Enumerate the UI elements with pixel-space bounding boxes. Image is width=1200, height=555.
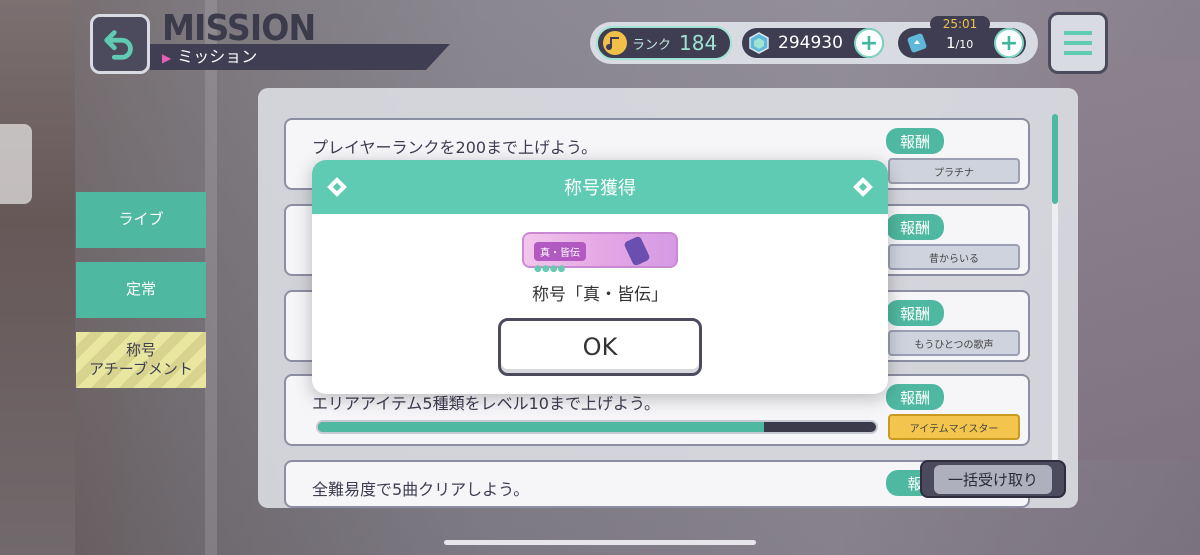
scroll-icon — [623, 235, 651, 267]
home-indicator — [444, 540, 756, 545]
music-note-icon — [603, 31, 627, 55]
dialog-title: 称号獲得 — [564, 178, 636, 199]
claim-all-label: 一括受け取り — [933, 464, 1052, 494]
energy-current: 1 — [946, 34, 956, 52]
tab-live[interactable]: ライブ — [76, 192, 206, 248]
progress-bar — [316, 420, 878, 434]
tab-title-achievement[interactable]: 称号 アチーブメント — [76, 332, 206, 388]
add-energy-button[interactable]: + — [994, 28, 1024, 58]
dialog-message: 称号「真・皆伝」 — [532, 285, 668, 305]
rank-display: ランク 184 — [596, 26, 732, 60]
reward-label: 報酬 — [886, 384, 944, 410]
mission-text: プレイヤーランクを200まで上げよう。 — [312, 138, 598, 157]
reward-label: 報酬 — [886, 300, 944, 326]
tab-title-label-1: 称号 — [125, 340, 156, 359]
scrollbar-thumb[interactable] — [1052, 114, 1058, 204]
reward-label: 報酬 — [886, 128, 944, 154]
ok-label: OK — [582, 333, 618, 361]
page-subtitle-text: ミッション — [177, 47, 258, 66]
title-badge-label: 真・皆伝 — [534, 242, 586, 261]
triangle-icon: ▶ — [162, 51, 172, 65]
tab-title-label-2: アチーブメント — [89, 360, 193, 378]
title-badge: 真・皆伝 ●●●● — [522, 232, 678, 274]
add-coins-button[interactable]: + — [854, 28, 884, 58]
reward-item: プラチナ — [888, 158, 1020, 184]
claim-all-button[interactable]: 一括受け取り — [920, 460, 1066, 498]
page-title: MISSION — [162, 8, 316, 49]
rank-value: 184 — [679, 31, 718, 55]
energy-max: /10 — [955, 38, 974, 51]
back-button[interactable] — [90, 14, 150, 74]
energy-timer: 25:01 — [930, 16, 990, 32]
reward-item: 昔からいる — [888, 244, 1020, 270]
menu-button[interactable] — [1048, 12, 1108, 74]
side-peek-card — [0, 124, 32, 204]
energy-value: 1/10 — [946, 34, 973, 52]
mission-row: 全難易度で5曲クリアしよう。 報 — [284, 460, 1030, 508]
tab-regular-label: 定常 — [125, 280, 156, 299]
title-acquired-dialog: 称号獲得 真・皆伝 ●●●● 称号「真・皆伝」 OK — [312, 160, 888, 394]
diamond-icon — [853, 177, 873, 197]
dialog-header: 称号獲得 — [312, 160, 888, 214]
rank-label: ランク — [632, 37, 672, 53]
diamond-icon — [327, 177, 347, 197]
decoration-dots: ●●●● — [534, 264, 566, 274]
tab-regular[interactable]: 定常 — [76, 262, 206, 318]
hamburger-icon — [1064, 31, 1092, 55]
energy-ticket-icon — [907, 33, 927, 53]
ok-button[interactable]: OK — [498, 318, 702, 376]
back-arrow-icon — [104, 30, 133, 60]
progress-fill — [318, 422, 765, 432]
mission-text: 全難易度で5曲クリアしよう。 — [312, 480, 530, 499]
reward-item: もうひとつの歌声 — [888, 330, 1020, 356]
tab-live-label: ライブ — [118, 210, 164, 229]
coin-value: 294930 — [778, 33, 843, 53]
gem-icon — [749, 32, 769, 54]
reward-item: アイテムマイスター — [888, 414, 1020, 440]
scrollbar[interactable] — [1052, 114, 1058, 494]
page-subtitle: ▶ ミッション — [150, 44, 450, 70]
reward-label: 報酬 — [886, 214, 944, 240]
